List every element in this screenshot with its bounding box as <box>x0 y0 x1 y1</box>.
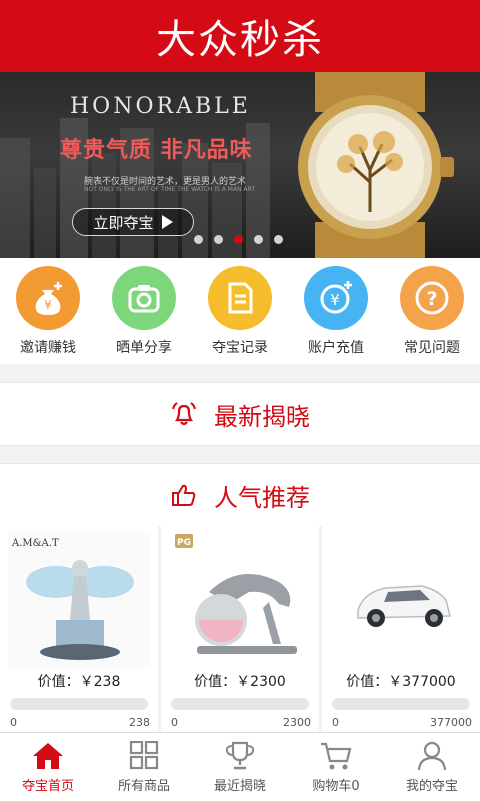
grid-icon <box>129 741 159 770</box>
product-brand-mark: PG <box>177 538 191 548</box>
product-card[interactable]: PG 价值：￥2300 0 2300 <box>161 526 319 732</box>
product-card[interactable]: 价值：￥377000 0 377000 <box>322 526 480 732</box>
tab-label: 夺宝首页 <box>21 779 74 794</box>
banner-cta-label: 立即夺宝 <box>93 213 154 232</box>
quick-faq[interactable]: ? 常见问题 <box>384 258 480 364</box>
app-header: 大众秒杀 <box>0 0 480 72</box>
banner-dot[interactable] <box>274 235 283 244</box>
product-list: A.M&A.T 价值：￥238 0 238 PG 价值：￥2300 0 2300 <box>0 526 480 732</box>
tab-label: 购物车0 <box>312 779 360 794</box>
quick-label: 夺宝记录 <box>212 340 268 356</box>
progress-max: 377000 <box>430 716 472 729</box>
progress-min: 0 <box>171 716 178 729</box>
cart-icon <box>321 742 352 770</box>
money-bag-icon: ¥ <box>16 266 80 330</box>
camera-icon <box>112 266 176 330</box>
yuan-coin-icon: ¥ <box>304 266 368 330</box>
quick-label: 邀请赚钱 <box>20 340 76 356</box>
product-price: 价值：￥2300 <box>194 674 286 690</box>
quick-recharge[interactable]: ¥ 账户充值 <box>288 258 384 364</box>
home-icon <box>33 743 63 769</box>
banner-dot[interactable] <box>214 235 223 244</box>
watch-image <box>298 72 454 258</box>
banner-dot[interactable] <box>254 235 263 244</box>
svg-text:¥: ¥ <box>44 298 52 312</box>
product-image: PG <box>169 532 312 668</box>
banner-slogan: 尊贵气质 非凡品味 <box>60 138 253 163</box>
banner-dot-active[interactable] <box>234 235 243 244</box>
quick-label: 常见问题 <box>404 340 460 356</box>
play-icon <box>161 215 173 229</box>
quick-records[interactable]: 夺宝记录 <box>192 258 288 364</box>
progress-min: 0 <box>332 716 339 729</box>
product-image <box>330 532 473 668</box>
promo-banner[interactable]: HONORABLE 尊贵气质 非凡品味 腕表不仅是时间的艺术，更是男人的艺术 N… <box>0 72 480 258</box>
tab-label: 我的夺宝 <box>405 779 458 794</box>
progress-min: 0 <box>10 716 17 729</box>
tab-my-account[interactable]: 我的夺宝 <box>384 733 480 801</box>
popular-section-title: 人气推荐 <box>214 483 310 512</box>
product-brand-mark: A.M&A.T <box>11 538 59 549</box>
page-title: 大众秒杀 <box>156 17 324 63</box>
product-price: 价值：￥238 <box>37 674 121 690</box>
product-price: 价值：￥377000 <box>346 674 456 690</box>
quick-share[interactable]: 晒单分享 <box>96 258 192 364</box>
latest-section-title: 最新揭晓 <box>214 402 310 431</box>
tab-all-products[interactable]: 所有商品 <box>96 733 192 801</box>
tab-label: 最近揭晓 <box>213 779 266 794</box>
progress-bar <box>171 698 309 710</box>
tab-label: 所有商品 <box>117 779 170 794</box>
trophy-icon <box>225 741 255 770</box>
svg-text:¥: ¥ <box>330 291 340 309</box>
quick-actions: ¥ 邀请赚钱 晒单分享 夺宝记录 ¥ 账户充值 ? 常见问题 <box>0 258 480 364</box>
banner-cta-button[interactable]: 立即夺宝 <box>72 208 194 236</box>
tab-latest-results[interactable]: 最近揭晓 <box>192 733 288 801</box>
question-icon: ? <box>400 266 464 330</box>
banner-subtitle-en: NOT ONLY IS THE ART OF TIME THE WATCH IS… <box>84 186 255 193</box>
tab-cart[interactable]: 购物车0 <box>288 733 384 801</box>
thumbs-up-icon <box>172 484 196 506</box>
quick-label: 账户充值 <box>308 340 364 356</box>
product-card[interactable]: A.M&A.T 价值：￥238 0 238 <box>0 526 158 732</box>
banner-brand: HONORABLE <box>70 94 251 119</box>
quick-invite[interactable]: ¥ 邀请赚钱 <box>0 258 96 364</box>
progress-bar <box>332 698 470 710</box>
popular-section-header: 人气推荐 <box>0 463 480 527</box>
progress-max: 238 <box>129 716 150 729</box>
user-icon <box>417 741 447 771</box>
progress-max: 2300 <box>283 716 311 729</box>
product-image: A.M&A.T <box>8 532 151 668</box>
banner-dot[interactable] <box>194 235 203 244</box>
latest-section-header[interactable]: 最新揭晓 <box>0 382 480 446</box>
bell-icon <box>172 402 196 426</box>
document-icon <box>208 266 272 330</box>
bottom-tab-bar: 夺宝首页 所有商品 最近揭晓 购物车0 我的夺宝 <box>0 732 480 801</box>
banner-pagination[interactable] <box>194 235 283 244</box>
progress-bar <box>10 698 148 710</box>
tab-home[interactable]: 夺宝首页 <box>0 733 96 801</box>
svg-text:?: ? <box>426 288 437 310</box>
quick-label: 晒单分享 <box>116 340 172 356</box>
